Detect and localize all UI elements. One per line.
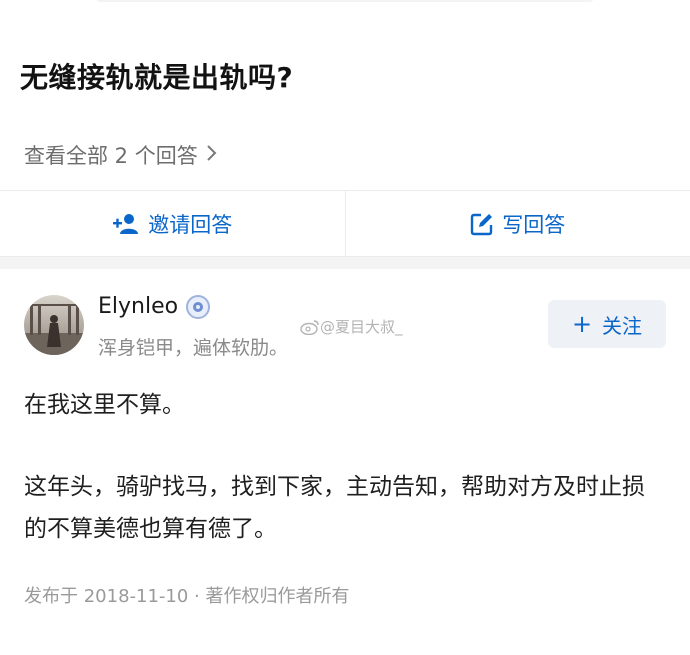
author-name: Elynleo [98, 294, 179, 319]
avatar[interactable] [24, 295, 84, 355]
badge-icon [186, 294, 211, 319]
add-user-icon [113, 213, 139, 234]
write-answer-label: 写回答 [502, 212, 566, 237]
author-name-row[interactable]: Elynleo [98, 294, 211, 319]
answer-paragraph: 在我这里不算。 [24, 392, 185, 418]
invite-answer-button[interactable]: 邀请回答 [0, 191, 345, 256]
weibo-icon [300, 319, 319, 335]
invite-answer-label: 邀请回答 [148, 212, 233, 237]
watermark: @夏目大叔_ [300, 316, 403, 337]
section-gap [0, 257, 690, 269]
follow-label: 关注 [602, 313, 643, 338]
view-all-answers-link[interactable]: 查看全部 2 个回答 [24, 140, 218, 170]
publish-meta: 发布于 2018-11-10 · 著作权归作者所有 [24, 586, 350, 607]
write-answer-button[interactable]: 写回答 [346, 191, 690, 256]
follow-button[interactable]: + 关注 [548, 300, 666, 348]
chevron-right-icon [206, 143, 218, 168]
answer-paragraph: 这年头，骑驴找马，找到下家，主动告知，帮助对方及时止损的不算美德也算有德了。 [24, 474, 645, 542]
question-actions: 邀请回答 写回答 [0, 191, 690, 256]
plus-icon: + [571, 310, 593, 338]
top-card-edge [95, 0, 595, 2]
question-title[interactable]: 无缝接轨就是出轨吗? [20, 56, 293, 96]
edit-icon [471, 213, 493, 235]
author-bio: 浑身铠甲，遍体软肋。 [98, 337, 289, 359]
view-all-label: 查看全部 2 个回答 [24, 144, 198, 168]
watermark-text: @夏目大叔_ [320, 318, 403, 336]
